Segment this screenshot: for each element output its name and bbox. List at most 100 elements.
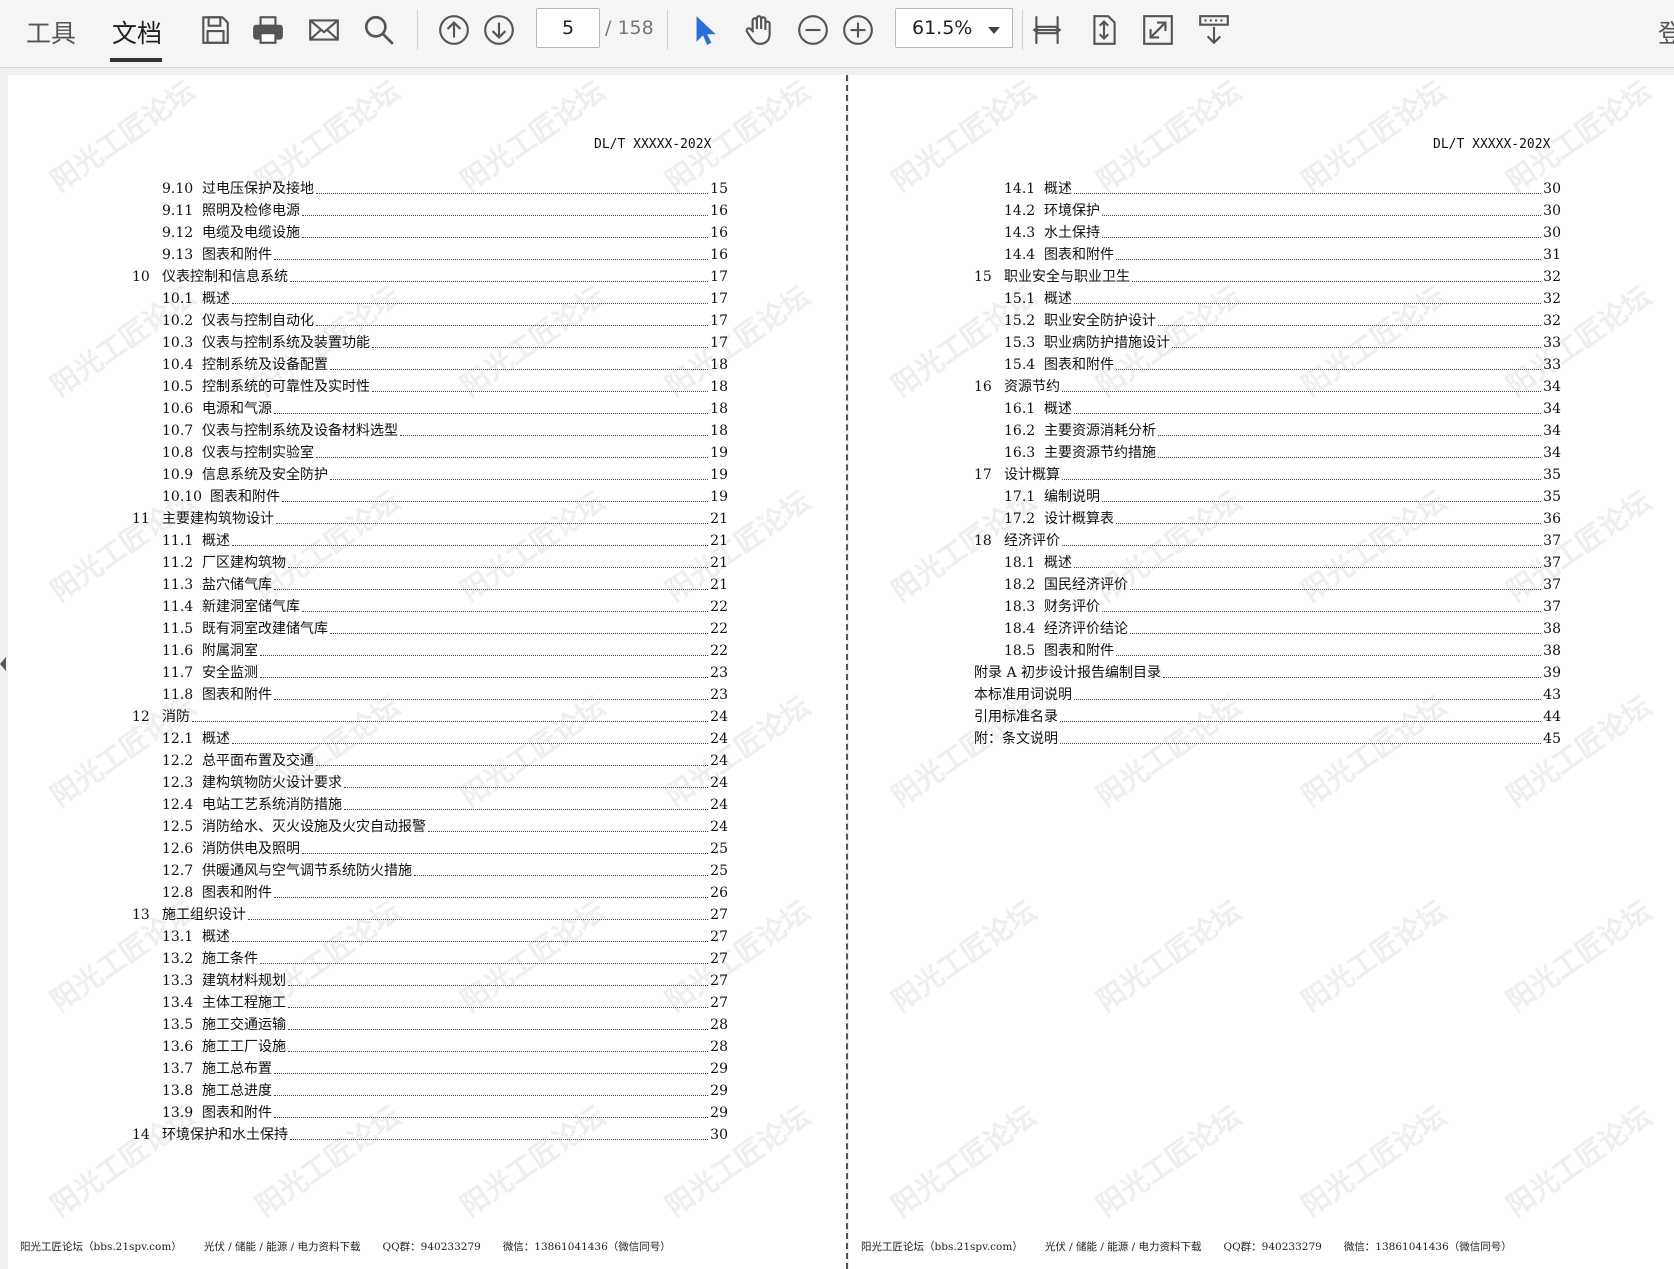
toc-leader: [288, 985, 709, 986]
toc-entry[interactable]: 10.4 控制系统及设备配置 18: [132, 354, 728, 376]
toc-page-number: 29: [710, 1083, 728, 1099]
toc-entry[interactable]: 15.3 职业病防护措施设计 33: [974, 332, 1561, 354]
toc-entry[interactable]: 10.7 仪表与控制系统及设备材料选型 18: [132, 420, 728, 442]
toc-title: 环境保护: [1044, 203, 1100, 219]
toc-entry[interactable]: 15.2 职业安全防护设计 32: [974, 310, 1561, 332]
toc-entry[interactable]: 13 施工组织设计 27: [132, 904, 728, 926]
toc-entry[interactable]: 11.4 新建洞室储气库 22: [132, 596, 728, 618]
toc-entry[interactable]: 9.10 过电压保护及接地 15: [132, 178, 728, 200]
toc-entry[interactable]: 18.3 财务评价 37: [974, 596, 1561, 618]
toc-title: 概述: [202, 731, 230, 747]
toc-entry[interactable]: 9.13 图表和附件 16: [132, 244, 728, 266]
toc-entry[interactable]: 10.1 概述 17: [132, 288, 728, 310]
toc-entry[interactable]: 14.2 环境保护 30: [974, 200, 1561, 222]
toc-entry[interactable]: 11 主要建构筑物设计 21: [132, 508, 728, 530]
fit-page-icon[interactable]: [1084, 10, 1124, 50]
toc-entry[interactable]: 12.4 电站工艺系统消防措施 24: [132, 794, 728, 816]
zoom-select[interactable]: 61.5%: [895, 8, 1013, 48]
toc-entry[interactable]: 18 经济评价 37: [974, 530, 1561, 552]
scroll-mode-icon[interactable]: [1194, 10, 1234, 50]
toc-entry[interactable]: 11.3 盐穴储气库 21: [132, 574, 728, 596]
page-down-icon[interactable]: [479, 10, 519, 50]
toc-entry[interactable]: 12.7 供暖通风与空气调节系统防火措施 25: [132, 860, 728, 882]
toc-entry[interactable]: 18.5 图表和附件 38: [974, 640, 1561, 662]
watermark-text: 阳光工匠论坛: [885, 894, 1043, 1018]
toc-entry[interactable]: 16 资源节约 34: [974, 376, 1561, 398]
toc-entry[interactable]: 15 职业安全与职业卫生 32: [974, 266, 1561, 288]
toc-entry[interactable]: 10 仪表控制和信息系统 17: [132, 266, 728, 288]
toc-entry[interactable]: 12.5 消防给水、灭火设施及火灾自动报警 24: [132, 816, 728, 838]
toc-page-number: 24: [710, 753, 728, 769]
toc-entry[interactable]: 18.4 经济评价结论 38: [974, 618, 1561, 640]
toc-entry[interactable]: 15.4 图表和附件 33: [974, 354, 1561, 376]
toc-entry[interactable]: 17 设计概算 35: [974, 464, 1561, 486]
toc-entry[interactable]: 13.2 施工条件 27: [132, 948, 728, 970]
tab-tools[interactable]: 工具: [26, 14, 76, 50]
toc-entry[interactable]: 13.5 施工交通运输 28: [132, 1014, 728, 1036]
print-icon[interactable]: [248, 10, 288, 50]
search-icon[interactable]: [359, 10, 399, 50]
toc-leader: [232, 303, 709, 304]
zoom-in-icon[interactable]: [838, 10, 878, 50]
toc-entry[interactable]: 16.3 主要资源节约措施 34: [974, 442, 1561, 464]
toc-entry[interactable]: 15.1 概述 32: [974, 288, 1561, 310]
toc-entry[interactable]: 9.12 电缆及电缆设施 16: [132, 222, 728, 244]
toc-entry[interactable]: 14 环境保护和水土保持 30: [132, 1124, 728, 1146]
save-icon[interactable]: [195, 10, 235, 50]
toc-entry[interactable]: 10.9 信息系统及安全防护 19: [132, 464, 728, 486]
toc-entry[interactable]: 11.2 厂区建构筑物 21: [132, 552, 728, 574]
toc-entry[interactable]: 18.2 国民经济评价 37: [974, 574, 1561, 596]
toc-entry[interactable]: 引用标准名录 44: [974, 706, 1561, 728]
hand-tool-icon[interactable]: [739, 10, 779, 50]
zoom-out-icon[interactable]: [793, 10, 833, 50]
toc-entry[interactable]: 14.1 概述 30: [974, 178, 1561, 200]
toc-entry[interactable]: 10.5 控制系统的可靠性及实时性 18: [132, 376, 728, 398]
toc-entry[interactable]: 12.8 图表和附件 26: [132, 882, 728, 904]
toc-entry[interactable]: 13.1 概述 27: [132, 926, 728, 948]
toc-entry[interactable]: 13.9 图表和附件 29: [132, 1102, 728, 1124]
login-button[interactable]: 登: [1658, 14, 1674, 50]
toc-page-number: 19: [710, 489, 728, 505]
email-icon[interactable]: [304, 10, 344, 50]
toc-entry[interactable]: 13.6 施工工厂设施 28: [132, 1036, 728, 1058]
toc-entry[interactable]: 11.8 图表和附件 23: [132, 684, 728, 706]
document-viewport[interactable]: 阳光工匠论坛 阳光工匠论坛 阳光工匠论坛 阳光工匠论坛 阳光工匠论坛 阳光工匠论坛 阳光工匠…: [0, 69, 1674, 1269]
fit-width-icon[interactable]: [1027, 10, 1067, 50]
toc-entry[interactable]: 13.3 建筑材料规划 27: [132, 970, 728, 992]
toc-entry[interactable]: 10.3 仪表与控制系统及装置功能 17: [132, 332, 728, 354]
tab-document[interactable]: 文档: [112, 14, 162, 50]
toc-entry[interactable]: 13.4 主体工程施工 27: [132, 992, 728, 1014]
toc-entry[interactable]: 本标准用词说明 43: [974, 684, 1561, 706]
toc-entry[interactable]: 10.2 仪表与控制自动化 17: [132, 310, 728, 332]
toc-entry[interactable]: 16.2 主要资源消耗分析 34: [974, 420, 1561, 442]
toc-entry[interactable]: 12.3 建构筑物防火设计要求 24: [132, 772, 728, 794]
toc-entry[interactable]: 17.1 编制说明 35: [974, 486, 1561, 508]
page-up-icon[interactable]: [434, 10, 474, 50]
fullscreen-icon[interactable]: [1138, 10, 1178, 50]
toc-entry[interactable]: 12.2 总平面布置及交通 24: [132, 750, 728, 772]
toc-entry[interactable]: 11.7 安全监测 23: [132, 662, 728, 684]
toc-leader: [290, 281, 709, 282]
select-cursor-icon[interactable]: [684, 10, 724, 50]
toc-entry[interactable]: 附：条文说明 45: [974, 728, 1561, 750]
toc-entry[interactable]: 12 消防 24: [132, 706, 728, 728]
toc-entry[interactable]: 11.6 附属洞室 22: [132, 640, 728, 662]
toc-entry[interactable]: 13.7 施工总布置 29: [132, 1058, 728, 1080]
toc-entry[interactable]: 11.1 概述 21: [132, 530, 728, 552]
toc-entry[interactable]: 12.6 消防供电及照明 25: [132, 838, 728, 860]
toc-entry[interactable]: 17.2 设计概算表 36: [974, 508, 1561, 530]
toc-entry[interactable]: 附录 A 初步设计报告编制目录 39: [974, 662, 1561, 684]
toc-entry[interactable]: 14.3 水土保持 30: [974, 222, 1561, 244]
toc-entry[interactable]: 12.1 概述 24: [132, 728, 728, 750]
toc-entry[interactable]: 10.8 仪表与控制实验室 19: [132, 442, 728, 464]
toc-entry[interactable]: 14.4 图表和附件 31: [974, 244, 1561, 266]
toc-entry[interactable]: 10.6 电源和气源 18: [132, 398, 728, 420]
toc-entry[interactable]: 13.8 施工总进度 29: [132, 1080, 728, 1102]
toc-entry[interactable]: 10.10 图表和附件 19: [132, 486, 728, 508]
toc-entry[interactable]: 16.1 概述 34: [974, 398, 1561, 420]
toc-entry[interactable]: 9.11 照明及检修电源 16: [132, 200, 728, 222]
page-number-input[interactable]: 5: [536, 8, 600, 48]
sidebar-toggle-icon[interactable]: [0, 657, 6, 671]
toc-entry[interactable]: 11.5 既有洞室改建储气库 22: [132, 618, 728, 640]
toc-entry[interactable]: 18.1 概述 37: [974, 552, 1561, 574]
